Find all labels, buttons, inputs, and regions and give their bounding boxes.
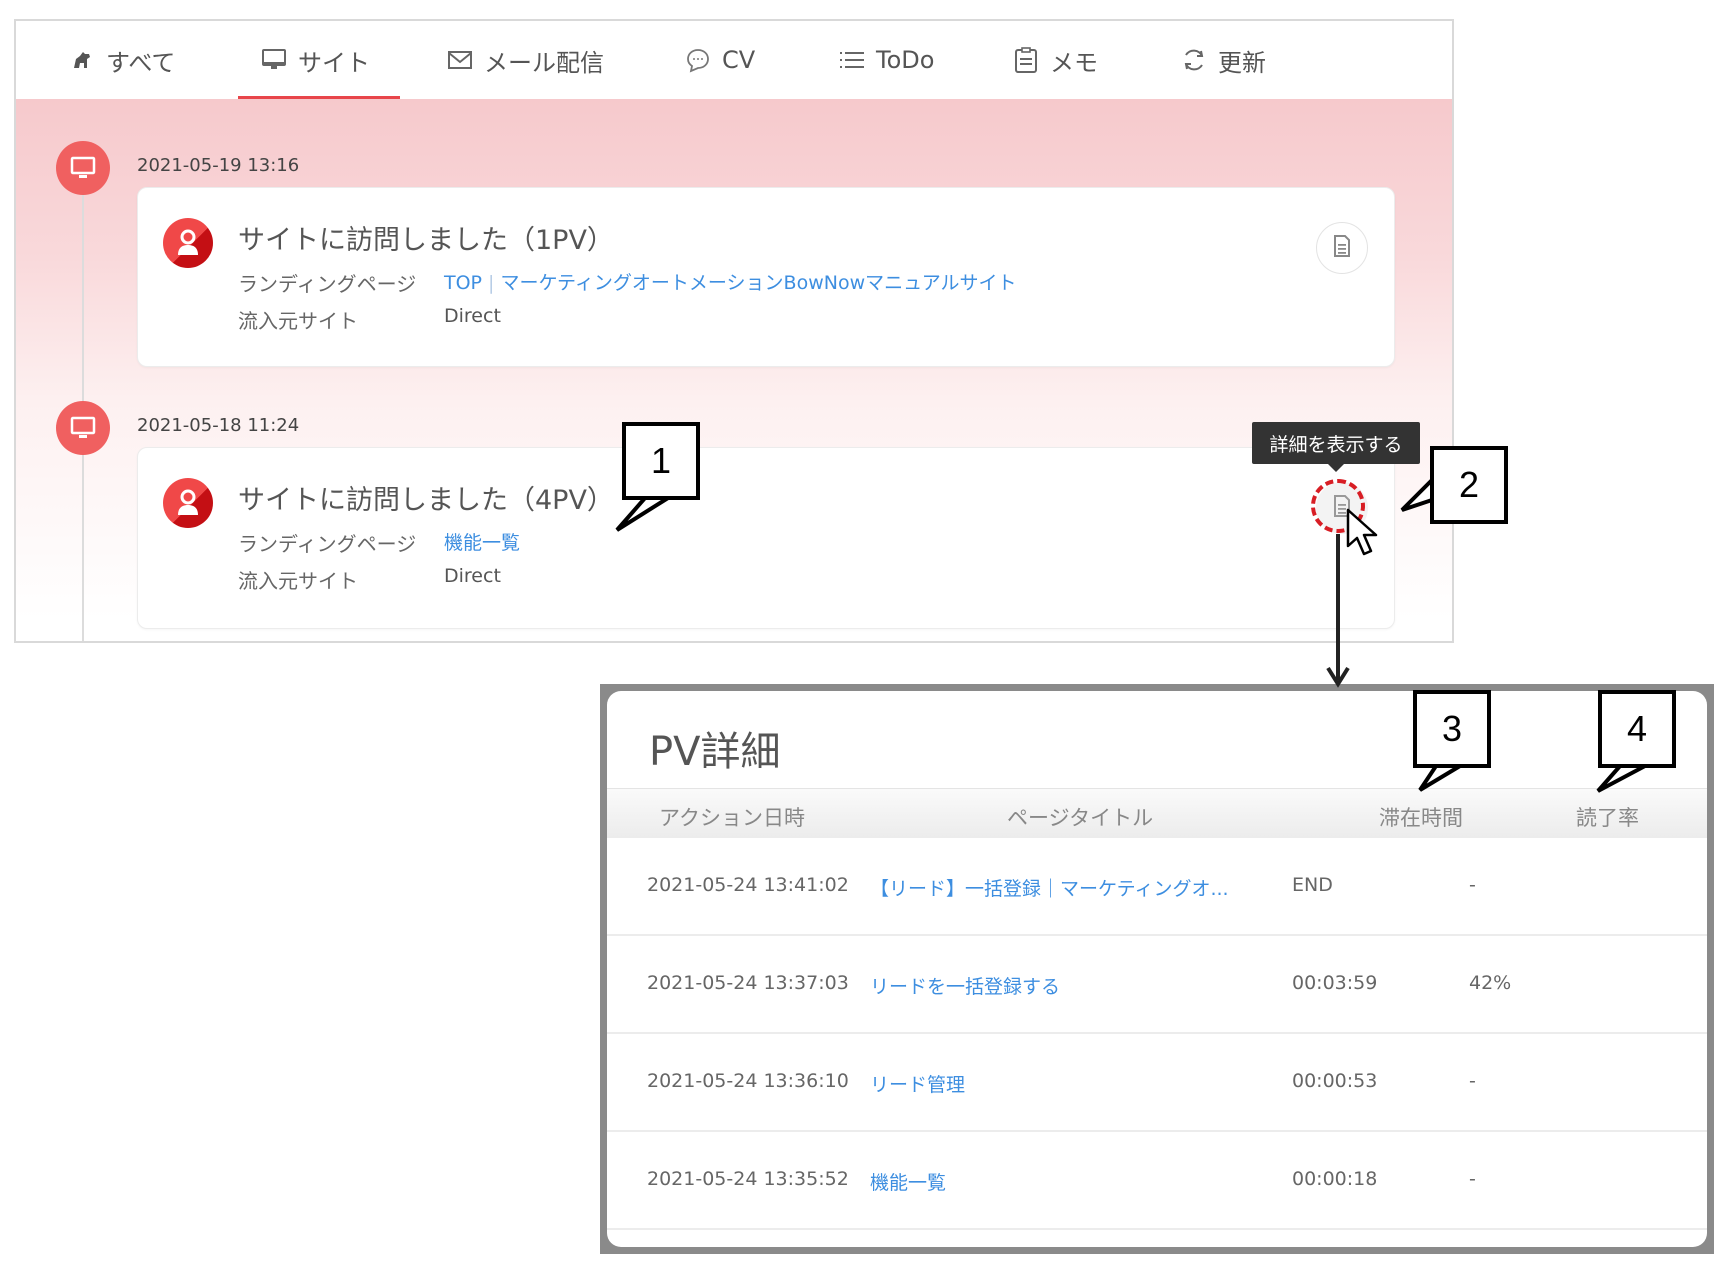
mail-icon — [446, 46, 474, 74]
tab-label: 更新 — [1218, 48, 1266, 77]
table-row: 2021-05-24 13:37:03 リードを一括登録する 00:03:59 … — [607, 936, 1707, 1034]
highlight-ring — [1311, 479, 1365, 533]
user-avatar-icon — [163, 218, 213, 268]
cell-stay-time: 00:00:18 — [1292, 1168, 1378, 1190]
landing-page-value: 機能一覧 — [444, 528, 520, 555]
cell-datetime: 2021-05-24 13:35:52 — [647, 1168, 849, 1190]
user-avatar-icon — [163, 478, 213, 528]
dialog-title: PV詳細 — [649, 729, 781, 775]
visit-title: サイトに訪問しました（4PV） — [238, 485, 614, 516]
cell-read-rate: - — [1469, 1070, 1476, 1092]
tab-label: メモ — [1050, 48, 1098, 77]
tab-label: すべて — [106, 48, 176, 77]
source-site-value: Direct — [444, 565, 501, 587]
tab-memo[interactable]: メモ — [1012, 21, 1098, 99]
cell-read-rate: - — [1469, 874, 1476, 896]
tab-all[interactable]: すべて — [68, 21, 175, 99]
activity-panel: すべて サイト メール配信 CV ToDo メモ 更新 2021-05-19 1… — [14, 19, 1454, 643]
pv-detail-dialog: PV詳細 アクション日時 ページタイトル 滞在時間 読了率 2021-05-24… — [600, 684, 1714, 1254]
timeline-date: 2021-05-18 11:24 — [137, 415, 300, 436]
detail-tooltip: 詳細を表示する — [1252, 422, 1420, 472]
monitor-icon — [56, 401, 110, 455]
column-header-datetime: アクション日時 — [659, 806, 805, 830]
table-row: 2021-05-24 13:41:02 【リード】一括登録｜マーケティングオ..… — [607, 838, 1707, 936]
monitor-icon — [56, 141, 110, 195]
cell-stay-time: 00:00:53 — [1292, 1070, 1378, 1092]
monitor-icon — [260, 46, 288, 74]
visit-title: サイトに訪問しました（1PV） — [238, 225, 614, 256]
tab-mail[interactable]: メール配信 — [446, 21, 604, 99]
separator: | — [488, 272, 495, 294]
visit-card: サイトに訪問しました（1PV） ランディングページ TOP | マーケティングオート… — [137, 187, 1395, 367]
timeline-date: 2021-05-19 13:16 — [137, 155, 300, 176]
tab-label: ToDo — [876, 46, 935, 74]
cell-page-title-link[interactable]: リードを一括登録する — [870, 972, 1060, 999]
landing-page-link[interactable]: TOP — [444, 272, 482, 294]
callout-4: 4 — [1598, 690, 1676, 768]
table-header: アクション日時 ページタイトル 滞在時間 読了率 — [607, 788, 1707, 838]
table-row: 2021-05-24 13:36:10 リード管理 00:00:53 - — [607, 1034, 1707, 1132]
landing-page-link[interactable]: マーケティングオートメーションBowNowマニュアルサイト — [500, 272, 1016, 294]
visit-card: サイトに訪問しました（4PV） ランディングページ 機能一覧 流入元サイト Di… — [137, 447, 1395, 629]
tab-refresh[interactable]: 更新 — [1180, 21, 1266, 99]
dog-icon — [68, 46, 96, 74]
landing-page-value: TOP | マーケティングオートメーションBowNowマニュアルサイト — [444, 268, 1017, 295]
cell-stay-time: 00:03:59 — [1292, 972, 1378, 994]
cell-datetime: 2021-05-24 13:41:02 — [647, 874, 849, 896]
connector-arrow-head — [1326, 666, 1350, 688]
timeline: 2021-05-19 13:16 サイトに訪問しました（1PV） ランディングペ… — [16, 99, 1452, 641]
cell-read-rate: 42% — [1469, 972, 1512, 994]
tab-bar: すべて サイト メール配信 CV ToDo メモ 更新 — [16, 21, 1452, 99]
callout-2: 2 — [1430, 446, 1508, 524]
column-header-read-rate: 読了率 — [1576, 806, 1639, 830]
cell-page-title-link[interactable]: リード管理 — [870, 1070, 965, 1097]
tab-label: メール配信 — [484, 48, 604, 77]
document-icon — [1332, 234, 1352, 262]
table-row: 2021-05-24 13:35:52 機能一覧 00:00:18 - — [607, 1132, 1707, 1230]
tab-label: サイト — [298, 48, 370, 77]
list-icon — [838, 46, 866, 74]
cell-datetime: 2021-05-24 13:37:03 — [647, 972, 849, 994]
cell-page-title-link[interactable]: 機能一覧 — [870, 1168, 946, 1195]
column-header-stay-time: 滞在時間 — [1379, 806, 1463, 830]
refresh-icon — [1180, 46, 1208, 74]
cell-datetime: 2021-05-24 13:36:10 — [647, 1070, 849, 1092]
cell-page-title-link[interactable]: 【リード】一括登録｜マーケティングオ... — [870, 874, 1229, 901]
column-header-page-title: ページタイトル — [1007, 806, 1154, 830]
pv-detail-panel: PV詳細 アクション日時 ページタイトル 滞在時間 読了率 2021-05-24… — [607, 691, 1707, 1247]
source-site-label: 流入元サイト — [238, 569, 358, 593]
landing-page-link[interactable]: 機能一覧 — [444, 532, 520, 554]
tab-site[interactable]: サイト — [238, 21, 400, 99]
clipboard-icon — [1012, 46, 1040, 74]
show-detail-button[interactable] — [1316, 222, 1368, 274]
landing-page-label: ランディングページ — [238, 532, 417, 556]
source-site-value: Direct — [444, 305, 501, 327]
cell-stay-time: END — [1292, 874, 1333, 896]
tab-label: CV — [722, 46, 756, 74]
source-site-label: 流入元サイト — [238, 309, 358, 333]
chat-bubble-icon — [684, 46, 712, 74]
callout-3: 3 — [1413, 690, 1491, 768]
tab-cv[interactable]: CV — [684, 21, 755, 99]
tab-todo[interactable]: ToDo — [838, 21, 934, 99]
callout-1: 1 — [622, 422, 700, 500]
cell-read-rate: - — [1469, 1168, 1476, 1190]
landing-page-label: ランディングページ — [238, 272, 417, 296]
